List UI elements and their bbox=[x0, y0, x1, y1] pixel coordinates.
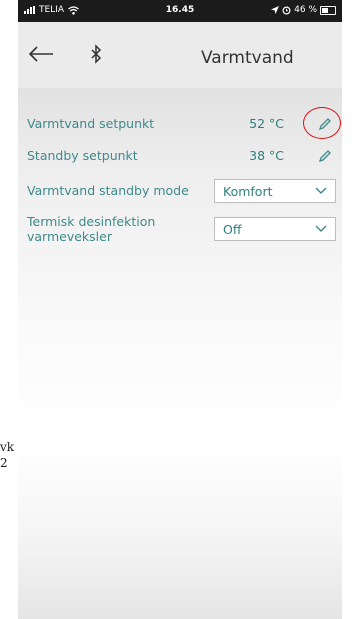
standby-setpoint-row: Standby setpunkt 38 °C bbox=[18, 148, 342, 166]
chevron-down-icon bbox=[315, 187, 327, 194]
alarm-icon bbox=[282, 5, 291, 15]
side-text-line2: 2 bbox=[0, 456, 8, 470]
location-icon bbox=[271, 6, 280, 14]
disinfection-row: Termisk desinfektion varmeveksler Off bbox=[18, 214, 342, 248]
highlight-circle bbox=[303, 107, 341, 139]
bluetooth-icon[interactable] bbox=[90, 44, 102, 64]
standby-mode-row: Varmtvand standby mode Komfort bbox=[18, 179, 342, 203]
page-title: Varmtvand bbox=[201, 48, 294, 68]
edit-pencil-icon[interactable] bbox=[318, 149, 332, 163]
arrow-left-icon[interactable] bbox=[28, 46, 54, 62]
disinfection-select[interactable]: Off bbox=[214, 217, 336, 241]
side-text-line1: vk bbox=[0, 440, 15, 454]
disinfection-label-line1: Termisk desinfektion bbox=[27, 214, 156, 229]
standby-mode-selected: Komfort bbox=[223, 184, 273, 199]
battery-percent: 46 % bbox=[294, 5, 317, 15]
chevron-down-icon bbox=[315, 225, 327, 232]
hot-water-setpoint-row: Varmtvand setpunkt 52 °C bbox=[18, 107, 342, 139]
disinfection-label-line2: varmeveksler bbox=[27, 229, 112, 244]
standby-mode-select[interactable]: Komfort bbox=[214, 179, 336, 203]
disinfection-selected: Off bbox=[223, 222, 242, 237]
hot-water-setpoint-value: 52 °C bbox=[249, 116, 284, 131]
status-bar: TELIA 16.45 46 % bbox=[18, 0, 342, 22]
battery-icon bbox=[320, 5, 336, 15]
standby-setpoint-label: Standby setpunkt bbox=[27, 148, 138, 163]
nav-bar: Varmtvand bbox=[18, 22, 342, 88]
status-right: 46 % bbox=[271, 5, 336, 15]
standby-mode-label: Varmtvand standby mode bbox=[27, 183, 189, 198]
disinfection-label: Termisk desinfektion varmeveksler bbox=[27, 214, 155, 244]
standby-setpoint-value: 38 °C bbox=[249, 148, 284, 163]
phone-screen: TELIA 16.45 46 % Varmtvand Varmtvand set… bbox=[18, 0, 342, 619]
hot-water-setpoint-label: Varmtvand setpunkt bbox=[27, 116, 155, 131]
